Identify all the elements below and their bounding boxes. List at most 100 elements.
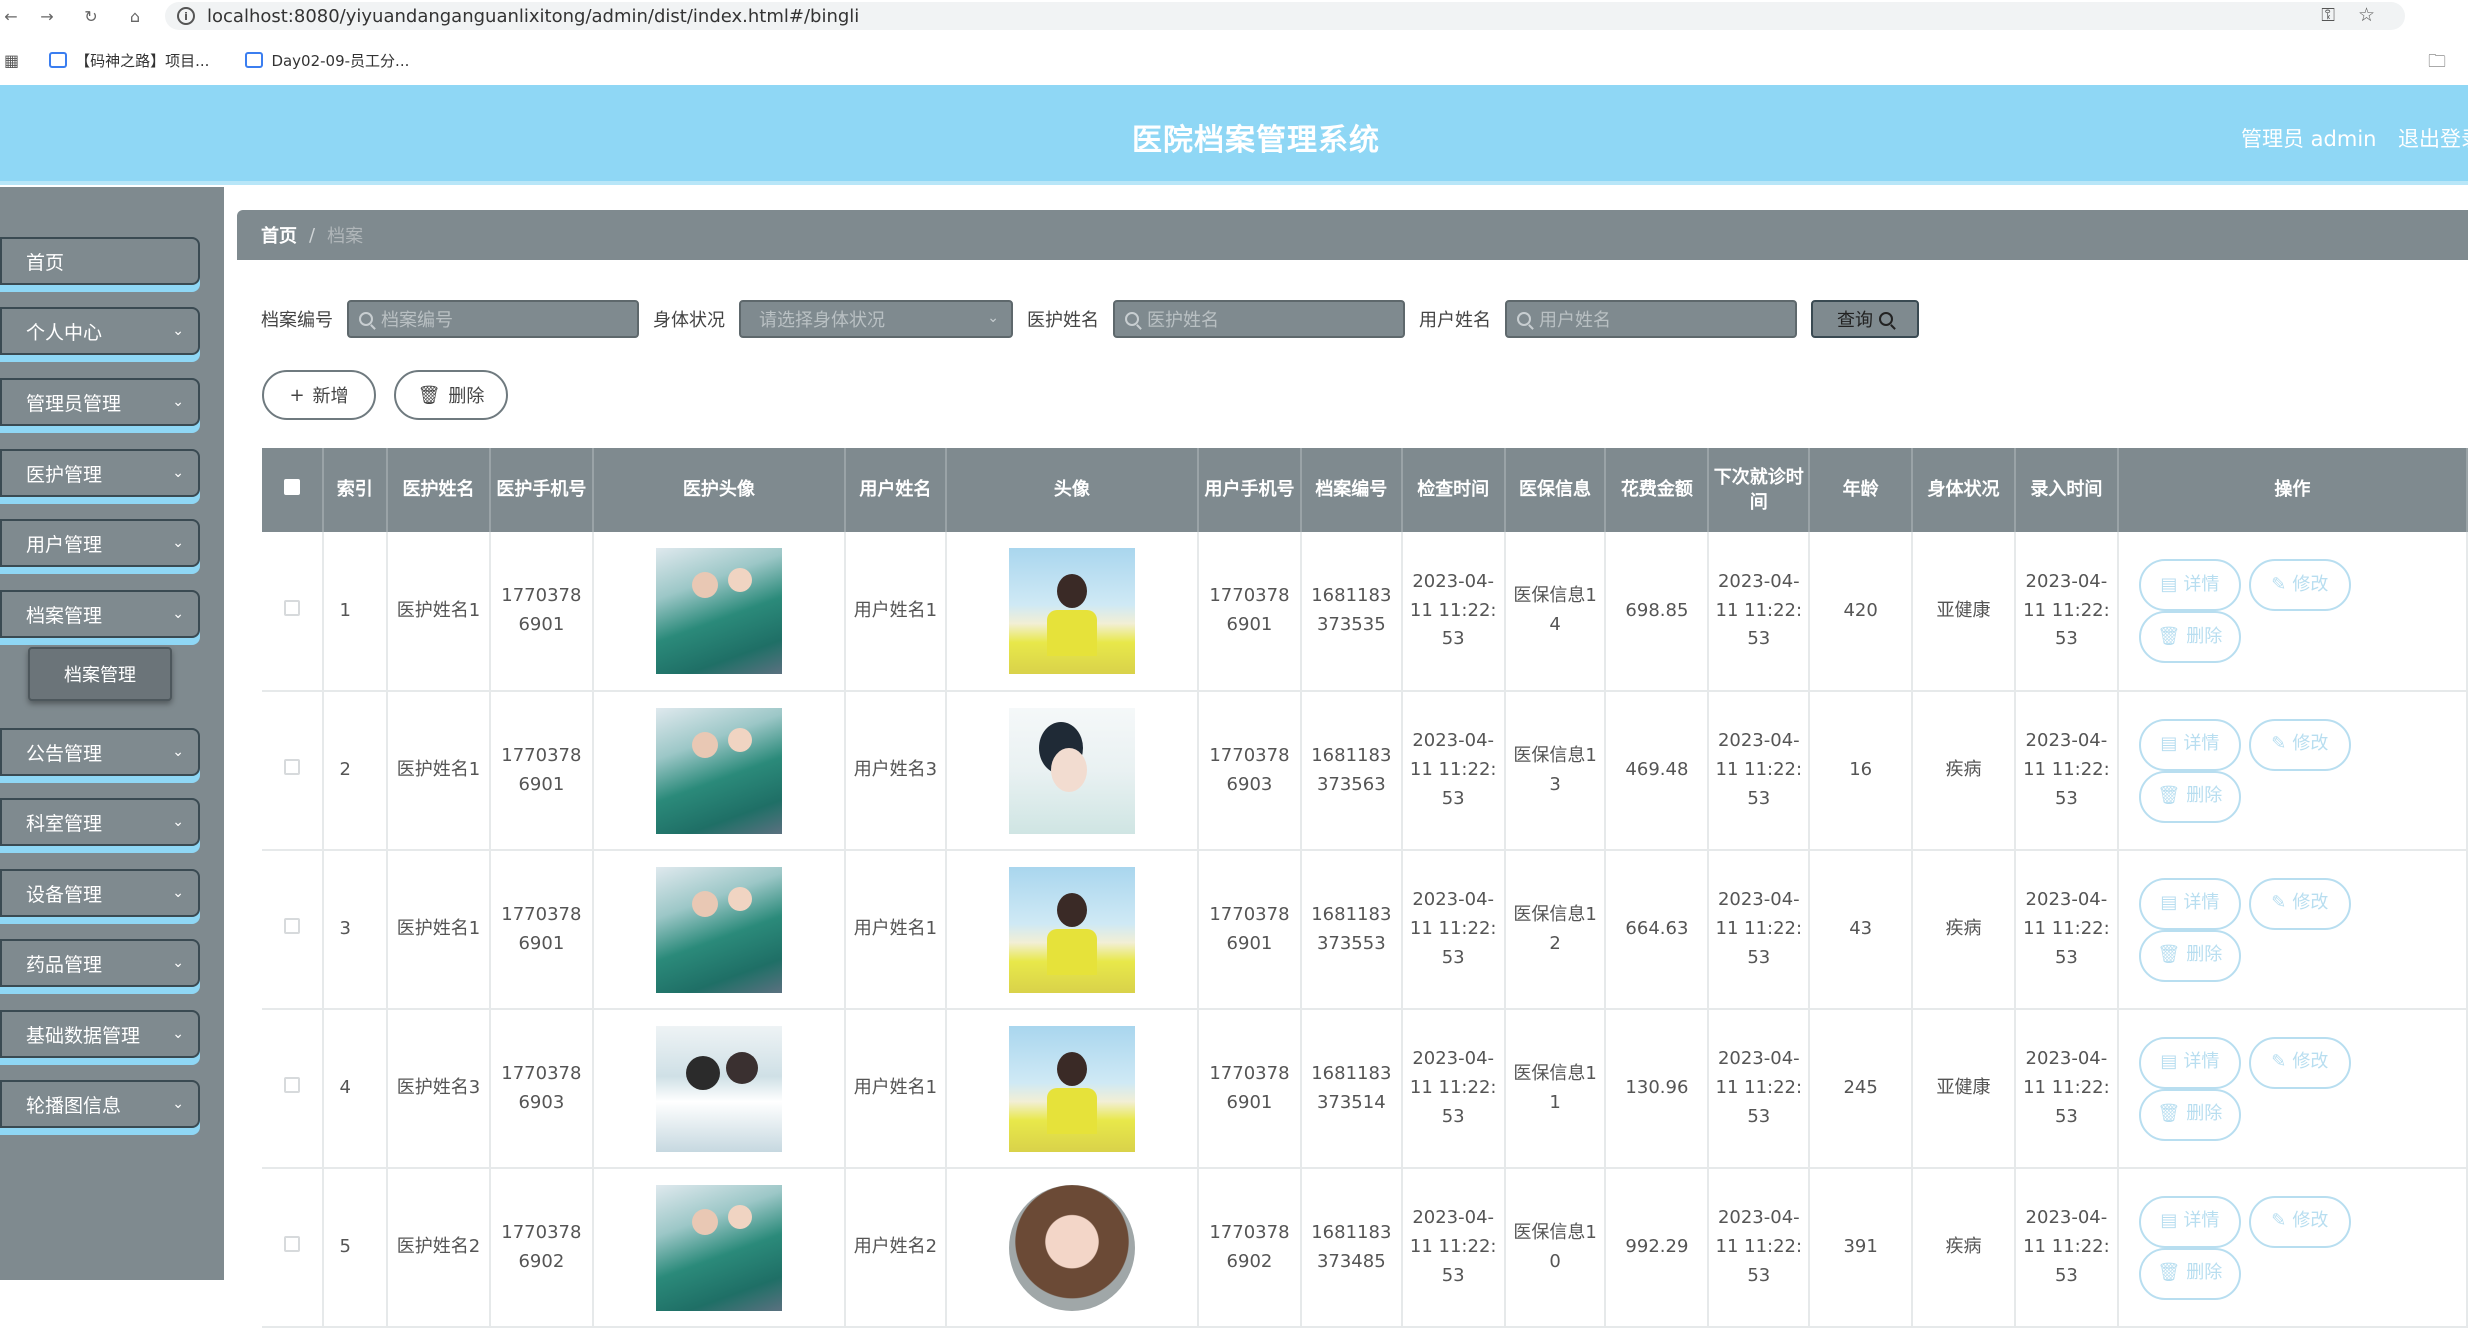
file-no-cell: 1681183373514: [1300, 1009, 1403, 1169]
batch-delete-button[interactable]: 🗑 删除: [394, 370, 508, 420]
edit-button[interactable]: ✎ 修改: [2248, 559, 2351, 611]
site-info-icon[interactable]: i: [177, 7, 195, 25]
sidebar-item-label: 个人中心: [26, 321, 103, 344]
table-row: 2 医护姓名1 17703786901 用户姓名3 17703786903 1681183…: [262, 691, 2468, 851]
edit-button[interactable]: ✎ 修改: [2248, 1036, 2351, 1089]
detail-button[interactable]: ▤ 详情: [2138, 718, 2241, 771]
user-avatar-image[interactable]: [1008, 866, 1135, 993]
doctor-avatar-image[interactable]: [655, 548, 782, 674]
sidebar-item-label: 轮播图信息: [26, 1094, 122, 1117]
address-bar[interactable]: i localhost:8080/yiyuandanganguanlixiton…: [165, 2, 2405, 30]
row-checkbox[interactable]: [283, 759, 300, 776]
search-form: 档案编号 档案编号 身体状况 请选择身体状况 ⌄ 医护姓名 医护姓名 用户姓名 用…: [261, 298, 1919, 340]
submenu-item-records[interactable]: 档案管理: [28, 647, 172, 701]
delete-button[interactable]: 🗑 删除: [2138, 611, 2241, 663]
sidebar-item-label: 档案管理: [26, 604, 103, 627]
sidebar-item-admin-management[interactable]: 管理员管理 ⌄: [0, 378, 200, 426]
add-button[interactable]: + 新增: [262, 370, 376, 420]
table-row: 4 医护姓名3 17703786903 用户姓名1 17703786901 1681183…: [262, 1009, 2468, 1169]
table-row: 3 医护姓名1 17703786901 用户姓名1 17703786901 1681183…: [262, 850, 2468, 1010]
detail-button[interactable]: ▤ 详情: [2138, 1195, 2241, 1248]
detail-button[interactable]: ▤ 详情: [2138, 877, 2241, 930]
document-icon: ▤: [2160, 733, 2178, 755]
trash-icon: 🗑: [2157, 1262, 2181, 1284]
condition-select[interactable]: 请选择身体状况 ⌄: [739, 300, 1013, 338]
row-checkbox[interactable]: [283, 918, 300, 935]
chevron-down-icon: ⌄: [172, 955, 184, 971]
user-avatar-image[interactable]: [1008, 548, 1135, 674]
detail-button[interactable]: ▤ 详情: [2138, 559, 2241, 611]
sidebar-item-carousel[interactable]: 轮播图信息 ⌄: [0, 1080, 200, 1128]
user-name-label: 用户姓名: [1419, 310, 1491, 331]
next-visit-cell: 2023-04-11 11:22:53: [1708, 1168, 1811, 1328]
user-avatar-image[interactable]: [1008, 1025, 1135, 1152]
user-name-cell: 用户姓名1: [844, 532, 947, 692]
user-name-input[interactable]: 用户姓名: [1505, 300, 1797, 338]
edit-label: 修改: [2292, 892, 2329, 914]
sidebar-item-records[interactable]: 档案管理 ⌄: [0, 590, 200, 638]
breadcrumb-home[interactable]: 首页: [261, 222, 297, 248]
row-checkbox[interactable]: [283, 1077, 300, 1094]
sidebar-item-personal-center[interactable]: 个人中心 ⌄: [0, 307, 200, 355]
doctor-avatar-image[interactable]: [655, 866, 782, 993]
home-icon[interactable]: ⌂: [124, 5, 146, 27]
edit-button[interactable]: ✎ 修改: [2248, 718, 2351, 771]
delete-label: 删除: [2186, 1103, 2223, 1125]
sidebar-item-equipment[interactable]: 设备管理 ⌄: [0, 869, 200, 917]
reload-icon[interactable]: ↻: [80, 5, 102, 27]
column-header: 年龄: [1809, 448, 1914, 532]
sidebar-item-departments[interactable]: 科室管理 ⌄: [0, 798, 200, 846]
bookmark-item[interactable]: 【码神之路】项目...: [49, 50, 209, 71]
sidebar-item-users[interactable]: 用户管理 ⌄: [0, 519, 200, 567]
user-name-cell: 用户姓名1: [844, 850, 947, 1010]
key-icon[interactable]: ⚿: [2321, 5, 2335, 26]
edit-button[interactable]: ✎ 修改: [2248, 877, 2351, 930]
delete-button[interactable]: 🗑 删除: [2138, 929, 2241, 982]
doctor-phone-cell: 17703786901: [489, 691, 594, 851]
delete-button[interactable]: 🗑 删除: [2138, 1247, 2241, 1300]
doctor-avatar-image[interactable]: [655, 1025, 782, 1152]
pencil-icon: ✎: [2271, 1051, 2287, 1073]
folder-icon[interactable]: 🗀: [2428, 49, 2446, 79]
file-no-cell: 1681183373553: [1300, 850, 1403, 1010]
forward-icon[interactable]: →: [36, 5, 58, 27]
user-phone-cell: 17703786902: [1198, 1168, 1302, 1328]
user-name-placeholder: 用户姓名: [1539, 310, 1611, 331]
select-all-checkbox[interactable]: [283, 479, 300, 496]
operations-cell: ▤ 详情 ✎ 修改 🗑 删除: [2117, 1009, 2468, 1169]
back-icon[interactable]: ←: [0, 5, 22, 27]
delete-button[interactable]: 🗑 删除: [2138, 1088, 2241, 1141]
action-bar: + 新增 🗑 删除: [262, 370, 508, 420]
check-time-cell: 2023-04-11 11:22:53: [1401, 691, 1506, 851]
file-no-input[interactable]: 档案编号: [347, 300, 639, 338]
column-header: 头像: [945, 448, 1200, 532]
chevron-down-icon: ⌄: [172, 885, 184, 901]
user-avatar-image[interactable]: [1008, 1184, 1135, 1311]
file-no-placeholder: 档案编号: [381, 310, 453, 331]
chevron-down-icon: ⌄: [172, 1026, 184, 1042]
pencil-icon: ✎: [2271, 733, 2287, 755]
sidebar-item-label: 科室管理: [26, 812, 103, 835]
delete-button[interactable]: 🗑 删除: [2138, 770, 2241, 823]
sidebar-item-medicine[interactable]: 药品管理 ⌄: [0, 939, 200, 987]
user-avatar-image[interactable]: [1008, 707, 1135, 834]
sidebar-item-home[interactable]: 首页: [0, 237, 200, 285]
doctor-avatar-image[interactable]: [655, 1184, 782, 1311]
row-checkbox[interactable]: [283, 599, 300, 616]
sidebar-item-medical-staff[interactable]: 医护管理 ⌄: [0, 449, 200, 497]
doctor-phone-cell: 17703786903: [489, 1009, 594, 1169]
star-icon[interactable]: ☆: [2358, 4, 2375, 26]
doctor-avatar-image[interactable]: [655, 707, 782, 834]
bookmark-item[interactable]: Day02-09-员工分...: [245, 50, 409, 71]
condition-placeholder: 请选择身体状况: [759, 310, 885, 331]
edit-button[interactable]: ✎ 修改: [2248, 1195, 2351, 1248]
sidebar-item-basic-data[interactable]: 基础数据管理 ⌄: [0, 1010, 200, 1058]
sidebar-item-announcements[interactable]: 公告管理 ⌄: [0, 728, 200, 776]
doctor-name-input[interactable]: 医护姓名: [1113, 300, 1405, 338]
query-button[interactable]: 查询: [1811, 300, 1919, 338]
detail-button[interactable]: ▤ 详情: [2138, 1036, 2241, 1089]
row-checkbox[interactable]: [283, 1236, 300, 1253]
admin-user-label: 管理员 admin: [2241, 127, 2377, 151]
apps-grid-icon[interactable]: ▦: [4, 51, 19, 70]
logout-link[interactable]: 退出登录: [2398, 123, 2468, 153]
